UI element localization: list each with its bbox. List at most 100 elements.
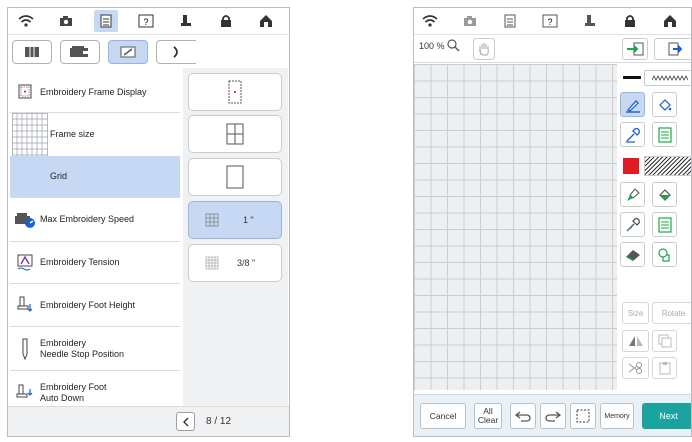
help-icon[interactable]: ? xyxy=(538,10,562,32)
select-area-button[interactable] xyxy=(570,403,596,429)
clipboard-icon xyxy=(659,362,670,375)
all-clear-button[interactable]: All Clear xyxy=(474,403,502,429)
wifi-icon[interactable] xyxy=(418,10,442,32)
no-grid-icon xyxy=(226,165,244,189)
line-width-indicator[interactable] xyxy=(623,76,641,79)
presser-foot-icon[interactable] xyxy=(174,10,198,32)
presser-foot-icon[interactable] xyxy=(578,10,602,32)
menu-label: Embroidery Frame Display xyxy=(40,86,147,97)
zigzag-stitch-icon xyxy=(651,75,688,81)
home-icon[interactable] xyxy=(254,10,278,32)
lock-icon[interactable] xyxy=(618,10,642,32)
brush-tool-button[interactable] xyxy=(620,182,645,207)
menu-label: Embroidery Foot Height xyxy=(40,299,136,310)
previous-page-button[interactable] xyxy=(176,412,195,431)
redo-icon xyxy=(545,411,561,422)
menu-label-multiline: Embroidery Needle Stop Position xyxy=(40,337,125,359)
import-arrow-icon xyxy=(627,42,644,56)
fine-grid-icon xyxy=(205,256,219,270)
menu-label-multiline: Embroidery Foot Auto Down xyxy=(40,381,107,403)
region-fill-button[interactable] xyxy=(652,182,677,207)
grid-options-panel: 1 " 3/8 " xyxy=(183,68,288,408)
fill-bucket-icon xyxy=(658,188,671,201)
tab-embroidery-settings[interactable] xyxy=(108,40,148,64)
magnifier-icon xyxy=(446,39,460,52)
eraser-tool-button[interactable] xyxy=(620,242,645,267)
fill-color-swatch[interactable] xyxy=(623,158,639,174)
menu-item-frame-size[interactable]: Frame size xyxy=(10,113,180,191)
menu-item-needle-stop[interactable]: Embroidery Needle Stop Position xyxy=(10,327,180,371)
menu-item-max-speed[interactable]: Max Embroidery Speed xyxy=(10,198,180,242)
brush-icon xyxy=(626,187,640,201)
settings-page-icon[interactable] xyxy=(94,10,118,32)
region-property-button[interactable] xyxy=(652,212,677,237)
region-eyedropper-button[interactable] xyxy=(620,212,645,237)
grid-option-label: 3/8 " xyxy=(237,258,256,268)
export-arrow-icon xyxy=(668,42,682,56)
menu-item-foot-height[interactable]: Embroidery Foot Height xyxy=(10,284,180,327)
mirror-button[interactable] xyxy=(622,330,649,352)
top-bar: ? xyxy=(8,8,289,35)
import-button[interactable] xyxy=(622,38,648,60)
duplicate-icon xyxy=(658,334,671,348)
fill-bucket-icon xyxy=(658,98,671,111)
menu-label: Embroidery Tension xyxy=(40,257,120,267)
top-bar: ? xyxy=(414,8,691,35)
memory-button[interactable]: Memory xyxy=(600,403,634,429)
duplicate-button[interactable] xyxy=(652,330,677,352)
cancel-button[interactable]: Cancel xyxy=(420,403,466,429)
canvas-toolbar: 100 % xyxy=(414,35,691,63)
grid-option-center-dot[interactable] xyxy=(188,73,282,111)
scissors-icon xyxy=(628,362,642,374)
paste-button[interactable] xyxy=(652,357,677,379)
next-button[interactable]: Next xyxy=(642,403,691,429)
menu-label: Grid xyxy=(50,171,68,181)
svg-text:?: ? xyxy=(547,17,552,27)
help-icon[interactable]: ? xyxy=(134,10,158,32)
tab-more-settings[interactable] xyxy=(156,40,196,64)
camera-icon[interactable] xyxy=(458,10,482,32)
rotate-button[interactable]: Rotate xyxy=(652,302,691,324)
export-button[interactable] xyxy=(654,38,691,60)
line-property-button[interactable] xyxy=(652,122,677,147)
mirror-icon xyxy=(628,336,643,346)
wifi-icon[interactable] xyxy=(14,10,38,32)
grid-option-3-8-inch[interactable]: 3/8 " xyxy=(188,244,282,282)
eyedropper-icon xyxy=(625,127,640,143)
document-icon xyxy=(657,216,672,233)
line-stitch-fill-button[interactable] xyxy=(652,92,677,117)
tab-sewing-settings[interactable] xyxy=(60,40,100,64)
needle-icon xyxy=(10,338,40,360)
eraser-icon xyxy=(625,249,640,261)
line-eyedropper-button[interactable] xyxy=(620,122,645,147)
zoom-control[interactable]: 100 % xyxy=(419,39,460,52)
grid-option-1-inch[interactable]: 1 " xyxy=(188,201,282,239)
cut-button[interactable] xyxy=(622,357,649,379)
camera-icon[interactable] xyxy=(54,10,78,32)
home-icon[interactable] xyxy=(658,10,682,32)
line-type-selector[interactable] xyxy=(644,70,691,86)
tension-icon xyxy=(10,254,40,272)
settings-page-icon[interactable] xyxy=(498,10,522,32)
menu-item-grid[interactable]: Grid xyxy=(10,156,180,198)
size-button[interactable]: Size xyxy=(622,302,649,324)
dashed-selection-icon xyxy=(576,409,590,423)
pan-hand-button[interactable] xyxy=(473,38,495,60)
pager: 8 / 12 xyxy=(8,406,289,436)
drawing-canvas[interactable] xyxy=(414,64,617,390)
page-indicator: 8 / 12 xyxy=(206,416,232,427)
pen-tool-button[interactable] xyxy=(620,92,645,117)
lock-icon[interactable] xyxy=(214,10,238,32)
grid-option-none[interactable] xyxy=(188,158,282,196)
select-tool-button[interactable] xyxy=(652,242,677,267)
undo-button[interactable] xyxy=(510,403,536,429)
menu-item-tension[interactable]: Embroidery Tension xyxy=(10,242,180,284)
fill-pattern-selector[interactable] xyxy=(644,156,691,176)
grid-option-cross[interactable] xyxy=(188,115,282,153)
chevron-left-icon xyxy=(182,417,188,426)
tab-general-settings[interactable] xyxy=(12,40,52,64)
cross-grid-icon xyxy=(226,123,244,145)
redo-button[interactable] xyxy=(540,403,566,429)
bottom-action-bar: Cancel All Clear Memory Next xyxy=(414,394,691,436)
menu-label: Max Embroidery Speed xyxy=(40,214,135,224)
